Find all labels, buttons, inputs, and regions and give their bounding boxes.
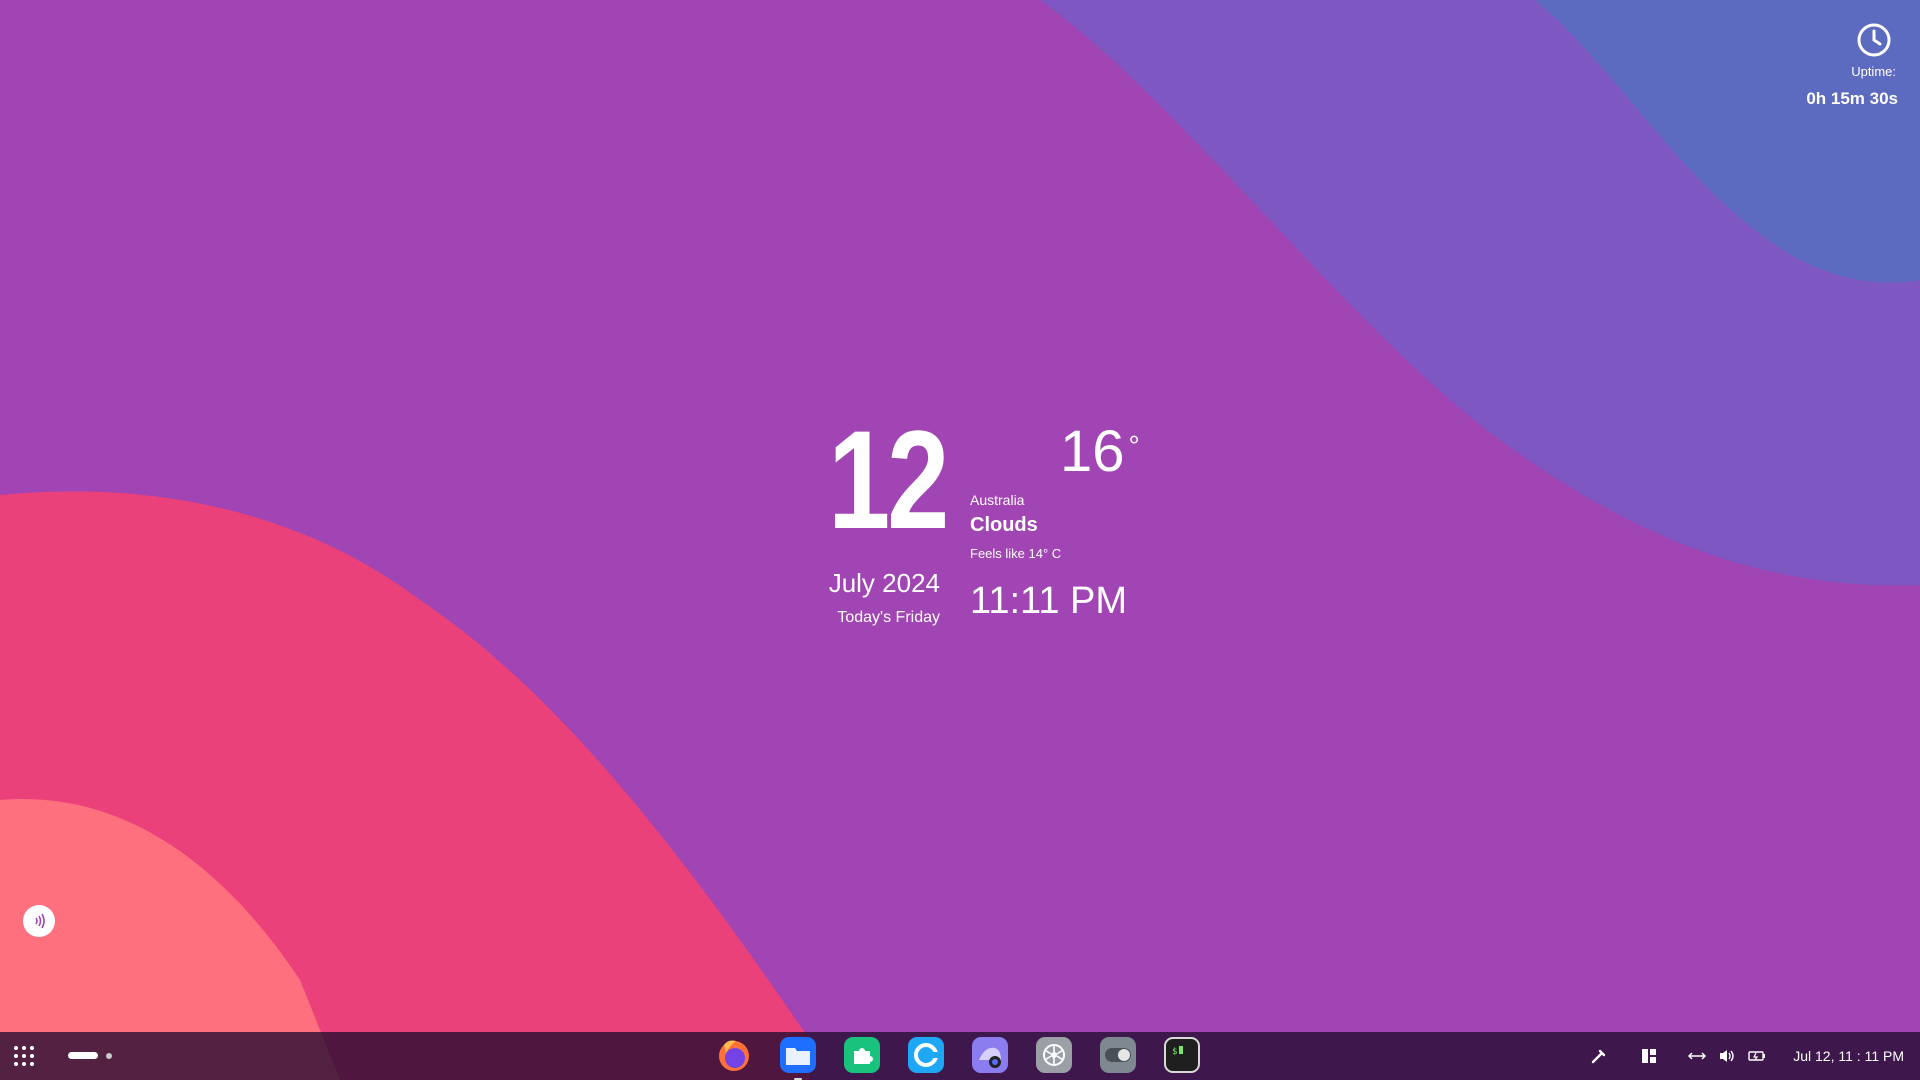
volume-icon[interactable] xyxy=(1717,1046,1737,1066)
toggle-icon[interactable] xyxy=(1100,1037,1136,1073)
uptime-widget: Uptime: 0h 15m 30s xyxy=(1798,22,1898,109)
month-year: July 2024 xyxy=(828,568,940,598)
system-tray: Jul 12, 11 : 11 PM xyxy=(1589,1032,1920,1080)
audio-indicator-button[interactable] xyxy=(23,905,55,937)
gear-icon[interactable] xyxy=(1036,1037,1072,1073)
c-browser-icon[interactable] xyxy=(908,1037,944,1073)
weekday-text: Today's Friday xyxy=(837,609,940,626)
dock: $ xyxy=(716,1037,1200,1080)
desktop-wallpaper xyxy=(0,0,1920,1080)
svg-text:$: $ xyxy=(1172,1047,1177,1057)
weather-location: Australia xyxy=(970,492,1025,508)
weather-condition: Clouds xyxy=(970,514,1038,536)
degree-symbol: ° xyxy=(1128,430,1140,461)
feels-like: Feels like 14° C xyxy=(970,546,1062,561)
taskbar: $ Jul 12, 11 : 11 PM xyxy=(0,1032,1920,1080)
clock-time: 11:11 PM xyxy=(970,580,1128,622)
clock-icon xyxy=(1857,23,1891,57)
terminal-icon[interactable]: $ xyxy=(1164,1037,1200,1073)
uptime-label: Uptime: xyxy=(1851,64,1896,79)
date-widget: 12 July 2024 Today's Friday xyxy=(800,401,949,627)
workspace-indicator[interactable] xyxy=(68,1052,112,1059)
app-grid-icon xyxy=(14,1046,18,1050)
workspace-inactive[interactable] xyxy=(106,1052,112,1059)
firefox-icon[interactable] xyxy=(716,1037,752,1073)
day-number: 12 xyxy=(828,401,949,558)
layout-icon[interactable] xyxy=(1639,1046,1659,1066)
folder-icon[interactable] xyxy=(780,1037,816,1080)
uptime-value: 0h 15m 30s xyxy=(1806,89,1898,108)
app-grid-button[interactable] xyxy=(14,1046,34,1066)
network-icon[interactable] xyxy=(1687,1046,1707,1066)
puzzle-icon[interactable] xyxy=(844,1037,880,1073)
sound-wave-icon xyxy=(35,913,45,929)
battery-icon[interactable] xyxy=(1747,1046,1767,1066)
temperature: 16 ° xyxy=(1060,420,1140,484)
temperature-value: 16 xyxy=(1060,419,1125,484)
taskbar-datetime[interactable]: Jul 12, 11 : 11 PM xyxy=(1793,1048,1904,1064)
camera-icon[interactable] xyxy=(972,1037,1008,1073)
workspace-active[interactable] xyxy=(68,1052,98,1059)
color-picker-icon[interactable] xyxy=(1589,1046,1609,1066)
